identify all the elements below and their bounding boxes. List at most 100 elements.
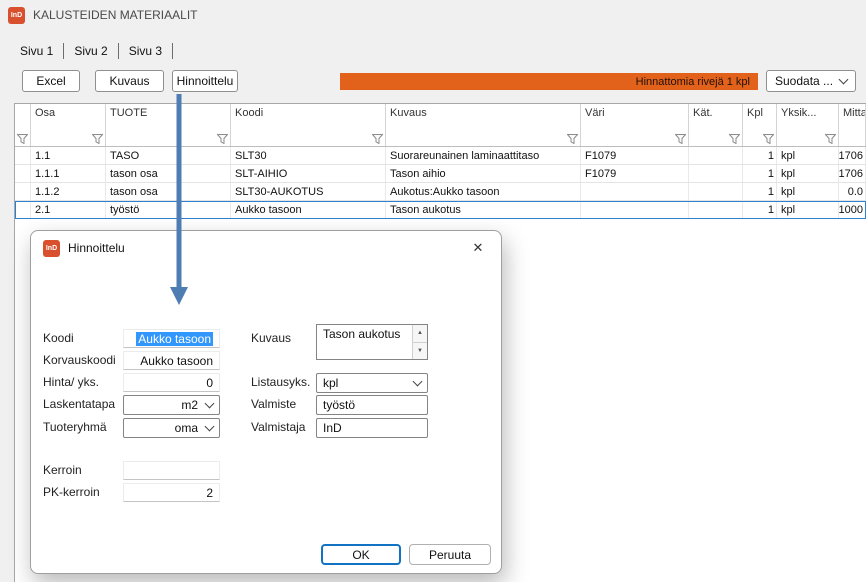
kuvaus-button[interactable]: Kuvaus — [95, 70, 164, 92]
cell-kpl: 1 — [743, 183, 777, 200]
dialog-title: Hinnoittelu — [68, 241, 125, 255]
cell-kpl: 1 — [743, 147, 777, 164]
filter-icon[interactable] — [17, 134, 28, 144]
row-indicator-cell — [15, 147, 31, 164]
table-header-row: Osa TUOTE Koodi Kuvaus Väri Kät. — [15, 104, 866, 147]
laskentatapa-label: Laskentatapa — [43, 395, 115, 414]
cell-kat — [689, 165, 743, 182]
filter-icon[interactable] — [217, 134, 228, 144]
row-indicator-cell — [15, 183, 31, 200]
column-header-vari[interactable]: Väri — [581, 104, 689, 146]
kuvaus-label: Kuvaus — [251, 329, 291, 348]
table-row-selected[interactable]: 2.1 työstö Aukko tasoon Tason aukotus 1 … — [15, 201, 866, 219]
filter-icon[interactable] — [372, 134, 383, 144]
filter-icon[interactable] — [729, 134, 740, 144]
chevron-down-icon — [413, 377, 423, 387]
column-header-kuvaus[interactable]: Kuvaus — [386, 104, 581, 146]
column-header-filter[interactable] — [15, 104, 31, 146]
table-row[interactable]: 1.1.2 tason osa SLT30-AUKOTUS Aukotus:Au… — [15, 183, 866, 201]
filter-icon[interactable] — [675, 134, 686, 144]
cell-kpl: 1 — [743, 201, 777, 218]
close-icon[interactable]: ✕ — [469, 239, 487, 257]
kerroin-label: Kerroin — [43, 461, 82, 480]
cell-mitta: 1706 — [839, 165, 866, 182]
column-header-kpl[interactable]: Kpl — [743, 104, 777, 146]
chevron-down-icon — [839, 75, 849, 85]
cell-osa: 1.1 — [31, 147, 106, 164]
cell-koodi: SLT30-AUKOTUS — [231, 183, 386, 200]
tab-sivu-1[interactable]: Sivu 1 — [10, 43, 64, 59]
excel-button[interactable]: Excel — [22, 70, 80, 92]
unpriced-rows-banner: Hinnattomia rivejä 1 kpl — [340, 73, 758, 90]
kerroin-field[interactable] — [123, 461, 220, 480]
cell-mitta: 0.0 — [839, 183, 866, 200]
listausyks-value: kpl — [323, 376, 338, 390]
cell-mitta: 1706 — [839, 147, 866, 164]
cell-vari: F1079 — [581, 165, 689, 182]
cell-yksik: kpl — [777, 183, 839, 200]
cell-kuvaus: Tason aukotus — [386, 201, 581, 218]
column-header-koodi[interactable]: Koodi — [231, 104, 386, 146]
tab-sivu-3[interactable]: Sivu 3 — [119, 43, 173, 59]
cell-koodi: Aukko tasoon — [231, 201, 386, 218]
filter-icon[interactable] — [92, 134, 103, 144]
valmistaja-field[interactable]: InD — [316, 418, 428, 438]
toolbar: Excel Kuvaus Hinnoittelu Hinnattomia riv… — [0, 70, 866, 94]
cell-vari — [581, 201, 689, 218]
table-row[interactable]: 1.1 TASO SLT30 Suorareunainen laminaatti… — [15, 147, 866, 165]
dialog-titlebar: InD Hinnoittelu — [31, 231, 501, 265]
korvauskoodi-label: Korvauskoodi — [43, 351, 116, 370]
column-header-osa[interactable]: Osa — [31, 104, 106, 146]
tuoteryhma-select[interactable]: oma — [123, 418, 220, 438]
tab-strip: Sivu 1 Sivu 2 Sivu 3 — [10, 43, 173, 59]
filter-icon[interactable] — [763, 134, 774, 144]
dialog-logo-icon: InD — [43, 240, 60, 257]
titlebar: InD KALUSTEIDEN MATERIAALIT — [0, 0, 866, 30]
filter-icon[interactable] — [825, 134, 836, 144]
cell-kuvaus: Aukotus:Aukko tasoon — [386, 183, 581, 200]
filter-icon[interactable] — [567, 134, 578, 144]
cell-osa: 2.1 — [31, 201, 106, 218]
table-row[interactable]: 1.1.1 tason osa SLT-AIHIO Tason aihio F1… — [15, 165, 866, 183]
cell-osa: 1.1.1 — [31, 165, 106, 182]
kuvaus-textarea[interactable]: Tason aukotus ▲ ▼ — [316, 324, 428, 360]
chevron-down-icon — [205, 399, 215, 409]
tuoteryhma-value: oma — [175, 421, 198, 435]
column-header-mitta[interactable]: Mitta — [839, 104, 866, 146]
filter-dropdown[interactable]: Suodata ... — [766, 70, 856, 92]
cell-yksik: kpl — [777, 147, 839, 164]
cell-kat — [689, 183, 743, 200]
annotation-arrow-icon — [168, 94, 190, 306]
cell-kat — [689, 201, 743, 218]
spinner-up-icon[interactable]: ▲ — [413, 325, 427, 342]
ok-button[interactable]: OK — [321, 544, 401, 565]
cell-yksik: kpl — [777, 201, 839, 218]
column-header-yksik[interactable]: Yksik... — [777, 104, 839, 146]
cell-kuvaus: Suorareunainen laminaattitaso — [386, 147, 581, 164]
cell-koodi: SLT-AIHIO — [231, 165, 386, 182]
peruuta-button[interactable]: Peruuta — [409, 544, 491, 565]
listausyks-label: Listausyks. — [251, 373, 310, 392]
cell-vari: F1079 — [581, 147, 689, 164]
kuvaus-spinner: ▲ ▼ — [412, 325, 427, 359]
tab-sivu-2[interactable]: Sivu 2 — [64, 43, 118, 59]
cell-yksik: kpl — [777, 165, 839, 182]
pk-kerroin-field[interactable]: 2 — [123, 483, 220, 502]
koodi-field[interactable]: Aukko tasoon — [123, 329, 220, 348]
valmiste-label: Valmiste — [251, 395, 296, 414]
app-logo-icon: InD — [8, 7, 25, 24]
cell-vari — [581, 183, 689, 200]
cell-kuvaus: Tason aihio — [386, 165, 581, 182]
cell-kat — [689, 147, 743, 164]
korvauskoodi-field[interactable]: Aukko tasoon — [123, 351, 220, 370]
spinner-down-icon[interactable]: ▼ — [413, 342, 427, 360]
hinta-field[interactable]: 0 — [123, 373, 220, 392]
kuvaus-value: Tason aukotus — [317, 325, 412, 359]
hinnoittelu-button[interactable]: Hinnoittelu — [172, 70, 238, 92]
chevron-down-icon — [205, 422, 215, 432]
column-header-kat[interactable]: Kät. — [689, 104, 743, 146]
tuoteryhma-label: Tuoteryhmä — [43, 418, 107, 437]
laskentatapa-select[interactable]: m2 — [123, 395, 220, 415]
valmiste-field[interactable]: työstö — [316, 395, 428, 415]
listausyks-select[interactable]: kpl — [316, 373, 428, 393]
